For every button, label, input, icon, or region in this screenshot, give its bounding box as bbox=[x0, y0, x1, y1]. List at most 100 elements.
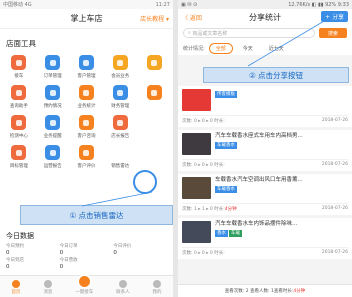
tool-icon bbox=[112, 115, 128, 130]
card-text: 传客模板 bbox=[215, 89, 237, 112]
callout-step-2: ② 点击分享按钮 bbox=[203, 67, 349, 83]
tool-item[interactable]: 店长报告 bbox=[103, 115, 137, 139]
tab-item[interactable]: 联系人 bbox=[116, 280, 130, 295]
tool-item[interactable]: 查询助手 bbox=[2, 85, 36, 109]
stat-item: 今日营收 0 bbox=[60, 257, 114, 271]
bottom-tab-bar: 首页 消息 一键接车 联系人 我的 bbox=[0, 274, 173, 297]
tool-label: 预约情况 bbox=[43, 104, 62, 109]
share-card[interactable]: 传客模板次数: 0 ▸ 0 ▸ 0 时长: 2018-07-26 bbox=[178, 86, 352, 127]
stat-item: 今日评价 0 bbox=[113, 243, 167, 257]
callout-step-1: ① 点击销售雷达 bbox=[20, 205, 173, 225]
tool-item[interactable]: 财务管理 bbox=[103, 85, 137, 109]
store-switch-button[interactable]: 店长教程 ▾ bbox=[140, 14, 169, 23]
tool-label: 查询助手 bbox=[9, 104, 28, 109]
tool-label: 目标管理 bbox=[9, 164, 28, 169]
filter-label: 统计情况: bbox=[183, 45, 205, 52]
tool-item[interactable]: 目标管理 bbox=[2, 145, 36, 169]
tool-icon bbox=[78, 55, 94, 70]
search-input[interactable]: ⌕ 商品或文章名称 bbox=[183, 28, 315, 38]
tool-label: 运营报告 bbox=[43, 164, 62, 169]
search-placeholder: 商品或文章名称 bbox=[192, 30, 228, 37]
share-card[interactable]: 汽车车载香水座式车用车内高档男... 车载香水次数: 0 ▸ 0 ▸ 0 时长: 2… bbox=[178, 130, 352, 171]
card-title: 汽车车载香水座式车用车内高档男... bbox=[215, 133, 303, 139]
tab-item[interactable]: 消息 bbox=[43, 280, 52, 295]
card-thumbnail bbox=[182, 89, 211, 111]
card-times: 次数: 0 ▸ 0 ▸ 0 时长: bbox=[182, 251, 225, 256]
filter-option[interactable]: 近七天 bbox=[263, 45, 290, 52]
left-phone-screen: 中国移动 4G 11:27 掌上车店 店长教程 ▾ 店面工具 接车 订单管理 客户管… bbox=[0, 0, 173, 297]
search-bar: ⌕ 商品或文章名称 搜索 bbox=[178, 25, 352, 41]
tab-icon bbox=[76, 274, 92, 289]
tool-icon bbox=[146, 55, 162, 70]
tool-icon bbox=[11, 85, 27, 100]
tool-icon bbox=[45, 115, 61, 130]
tab-item[interactable]: 一键接车 bbox=[75, 274, 93, 295]
section-title: 店面工具 bbox=[6, 39, 36, 48]
tool-icon bbox=[146, 85, 162, 100]
card-tag: 车载 bbox=[229, 230, 242, 237]
stat-item: 今日订单 0 bbox=[60, 243, 114, 257]
back-button[interactable]: 〈 返回 bbox=[182, 13, 202, 22]
tool-item[interactable]: 业务统计 bbox=[70, 85, 104, 109]
stat-item: 今日到店 0 bbox=[6, 257, 60, 271]
card-meta: 次数: 1 ▸ 1 ▸ 0 时长:4分钟 2018-07-26 bbox=[182, 203, 348, 212]
tab-item[interactable]: 首页 bbox=[11, 280, 20, 295]
tool-item[interactable]: 接车 bbox=[2, 55, 36, 79]
tool-icon bbox=[78, 145, 94, 160]
filter-option[interactable]: 全部 bbox=[208, 42, 233, 54]
tool-label: 客户咨询 bbox=[77, 134, 96, 139]
card-times: 次数: 0 ▸ 0 ▸ 0 时长: bbox=[182, 119, 225, 124]
card-thumbnail bbox=[182, 177, 211, 199]
today-data: 今日数据 今日预约 0 今日订单 0 今日评价 0 今日到店 0 今日营收 0 bbox=[0, 225, 173, 271]
tool-icon bbox=[112, 85, 128, 100]
card-tag: 车载香水 bbox=[215, 142, 237, 149]
tab-icon bbox=[43, 280, 52, 288]
tool-label: 财务管理 bbox=[111, 104, 130, 109]
tool-item[interactable]: 业务提醒 bbox=[36, 115, 70, 139]
card-tag: 传客模板 bbox=[215, 91, 237, 98]
tool-label: 店长报告 bbox=[111, 134, 130, 139]
share-button[interactable]: + 分享 bbox=[321, 11, 348, 22]
stat-item bbox=[113, 257, 167, 271]
tool-label: 订单管理 bbox=[43, 74, 62, 79]
stat-value: 0 bbox=[6, 250, 10, 256]
tool-item[interactable]: 预约情况 bbox=[36, 85, 70, 109]
card-tag: 车载香水 bbox=[215, 186, 237, 193]
tool-item[interactable]: 检测中心 bbox=[2, 115, 36, 139]
card-date: 2018-07-26 bbox=[321, 250, 348, 255]
tool-icon bbox=[112, 55, 128, 70]
tab-item[interactable]: 我的 bbox=[153, 280, 162, 295]
card-times: 次数: 0 ▸ 0 ▸ 0 时长: bbox=[182, 163, 225, 168]
status-bar: 中国移动 4G 11:27 bbox=[0, 0, 173, 9]
card-text: 车载香水汽车空调出风口车用香薰... 车载香水 bbox=[215, 177, 303, 200]
tab-icon bbox=[118, 280, 127, 288]
stat-value: 0 bbox=[6, 264, 10, 270]
share-card[interactable]: 车载香水汽车空调出风口车用香薰... 车载香水次数: 1 ▸ 1 ▸ 0 时长:4… bbox=[178, 174, 352, 215]
tool-label: 会员业务 bbox=[111, 74, 130, 79]
tool-item[interactable]: 客户管理 bbox=[70, 55, 104, 79]
stat-label: 今日营收 bbox=[59, 258, 78, 263]
tool-icon bbox=[78, 85, 94, 100]
card-meta: 次数: 0 ▸ 0 ▸ 0 时长: 2018-07-26 bbox=[182, 159, 348, 168]
filter-option[interactable]: 今天 bbox=[237, 45, 259, 52]
tab-icon bbox=[11, 280, 20, 288]
today-title: 今日数据 bbox=[6, 232, 34, 240]
tool-item[interactable]: 客户评价 bbox=[70, 145, 104, 169]
tool-item[interactable]: 客户咨询 bbox=[70, 115, 104, 139]
status-bar: ▣ ✉ ⊙ 12.76K/s ◧ ▮▮ 92% 9:33 bbox=[178, 0, 352, 9]
card-date: 2018-07-26 bbox=[321, 206, 348, 211]
stats-grid: 今日预约 0 今日订单 0 今日评价 0 今日到店 0 今日营收 0 bbox=[0, 243, 173, 271]
tool-item[interactable]: 销售雷达 bbox=[103, 145, 137, 169]
sales-radar-icon[interactable] bbox=[133, 170, 157, 194]
card-text: 汽车车载香水车内饰品摆件除味... 香水 车载 bbox=[215, 221, 297, 244]
stat-value: 0 bbox=[113, 250, 117, 256]
card-counts: 次数: 0 ▸ 0 ▸ 0 时长: bbox=[182, 162, 225, 168]
tool-item[interactable]: 运营报告 bbox=[36, 145, 70, 169]
tool-item[interactable]: 订单管理 bbox=[36, 55, 70, 79]
tool-item[interactable]: 会员业务 bbox=[103, 55, 137, 79]
card-times: 次数: 1 ▸ 1 ▸ 0 时长: bbox=[182, 207, 225, 212]
share-card[interactable]: 汽车车载香水车内饰品摆件除味... 香水 车载次数: 0 ▸ 0 ▸ 0 时长: 20… bbox=[178, 218, 352, 259]
tool-icon bbox=[11, 115, 27, 130]
card-date: 2018-07-26 bbox=[321, 118, 348, 123]
search-button[interactable]: 搜索 bbox=[319, 28, 347, 38]
